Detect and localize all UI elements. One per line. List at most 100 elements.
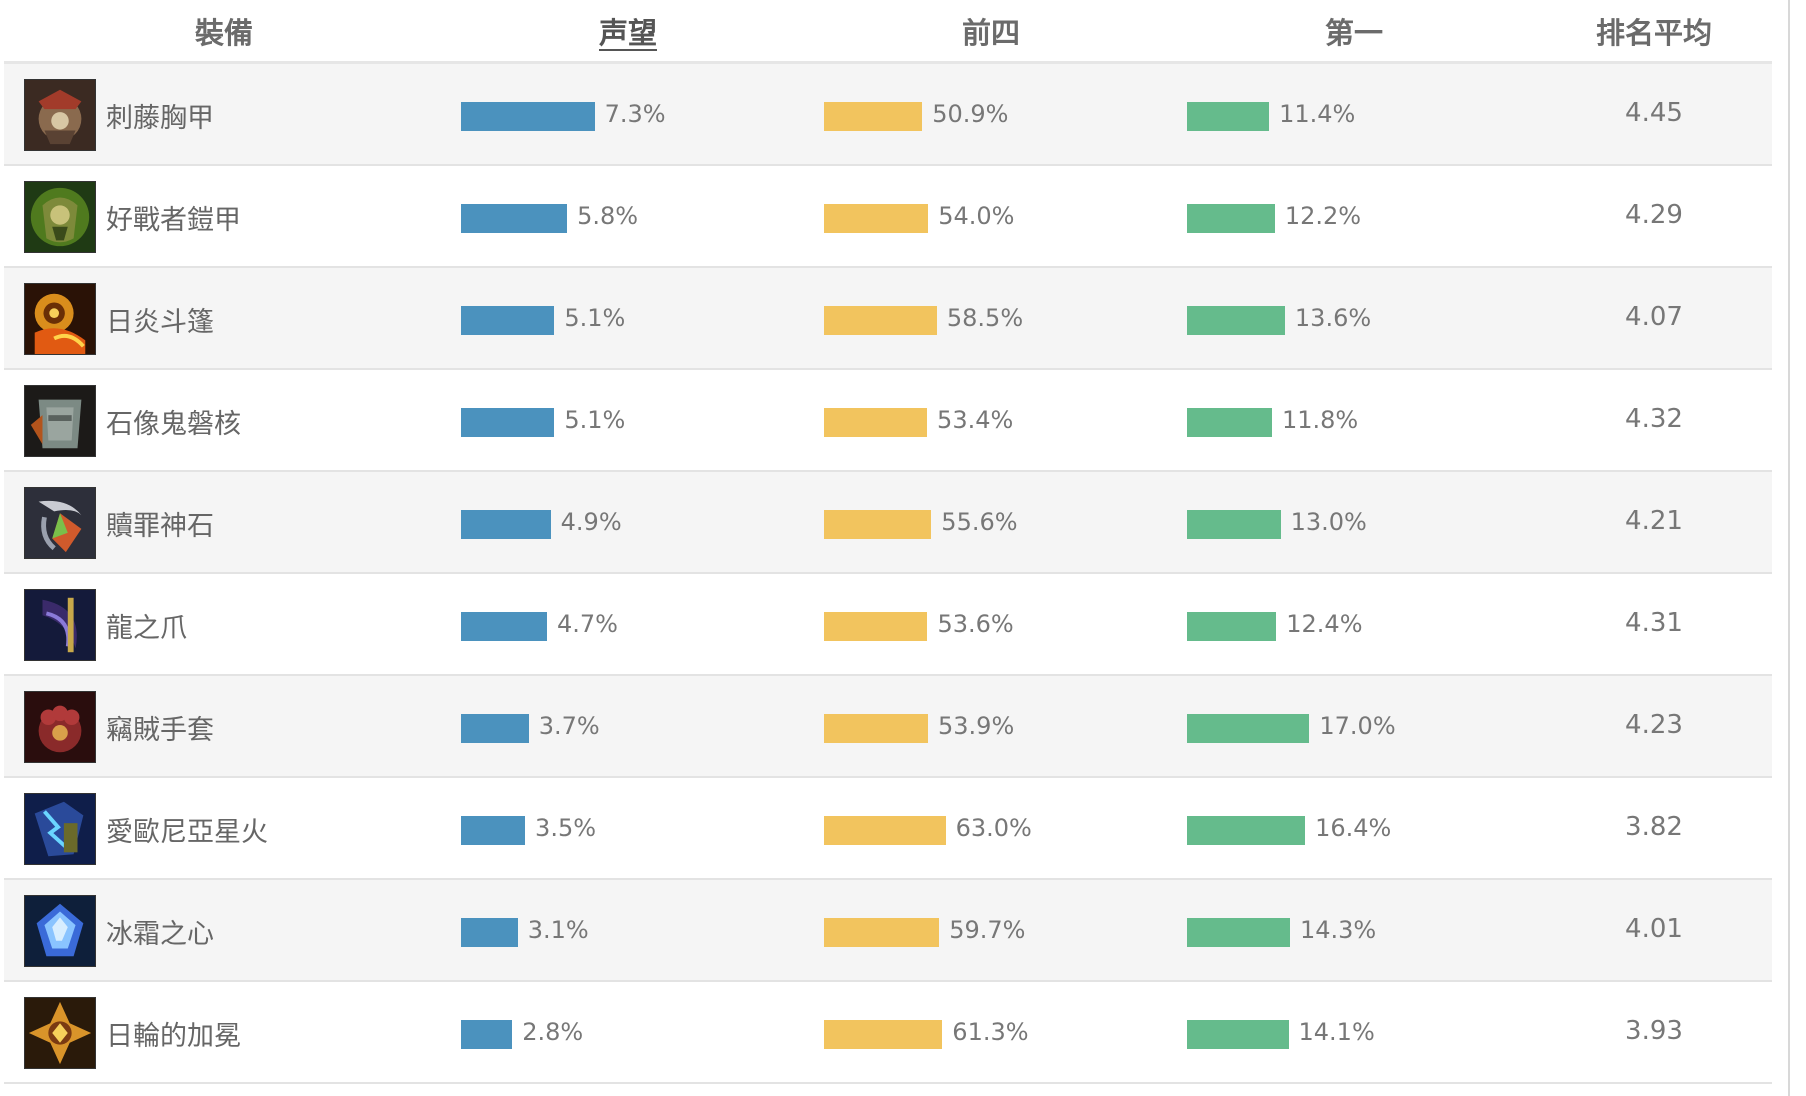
table-row[interactable]: 冰霜之心 3.1% 59.7% 14.3% 4.01 bbox=[4, 880, 1772, 982]
top4-bar bbox=[824, 816, 946, 845]
item-name[interactable]: 竊賊手套 bbox=[106, 708, 214, 747]
top4-value: 58.5% bbox=[946, 304, 1024, 332]
table-row[interactable]: 日炎斗篷 5.1% 58.5% 13.6% 4.07 bbox=[4, 268, 1772, 370]
redemption-icon bbox=[24, 487, 96, 559]
first-bar bbox=[1187, 816, 1306, 845]
thornmail-icon bbox=[24, 79, 96, 151]
first-value: 13.6% bbox=[1294, 304, 1372, 332]
table-row[interactable]: 刺藤胸甲 7.3% 50.9% 11.4% 4.45 bbox=[4, 64, 1772, 166]
header-avg-rank[interactable]: 排名平均 bbox=[1596, 10, 1712, 52]
sunfire-cape-icon bbox=[24, 283, 96, 355]
thiefs-gloves-icon bbox=[24, 691, 96, 763]
header-top4[interactable]: 前四 bbox=[962, 10, 1020, 52]
top4-value: 55.6% bbox=[941, 508, 1018, 536]
frozen-heart-icon bbox=[24, 895, 96, 967]
top4-value: 54.0% bbox=[938, 202, 1015, 230]
item-name[interactable]: 冰霜之心 bbox=[106, 912, 214, 951]
first-bar bbox=[1187, 102, 1270, 131]
top4-value: 53.6% bbox=[937, 610, 1014, 638]
avg-rank-value: 4.45 bbox=[1625, 98, 1683, 128]
first-bar bbox=[1187, 918, 1290, 947]
top4-bar bbox=[824, 612, 928, 641]
reputation-value: 5.1% bbox=[564, 406, 626, 434]
reputation-bar bbox=[461, 612, 547, 641]
avg-rank-value: 4.31 bbox=[1625, 608, 1683, 638]
reputation-bar bbox=[461, 306, 555, 335]
top4-value: 53.4% bbox=[937, 406, 1014, 434]
avg-rank-value: 4.23 bbox=[1625, 710, 1683, 740]
table-header: 裝備 声望 前四 第一 排名平均 bbox=[4, 0, 1772, 64]
avg-rank-value: 3.93 bbox=[1625, 1016, 1683, 1046]
header-reputation[interactable]: 声望 bbox=[599, 10, 657, 52]
table-row[interactable]: 日輪的加冕 2.8% 61.3% 14.1% 3.93 bbox=[4, 982, 1772, 1084]
first-bar bbox=[1187, 306, 1285, 335]
item-name[interactable]: 日輪的加冕 bbox=[106, 1014, 241, 1053]
first-value: 14.3% bbox=[1299, 916, 1377, 944]
first-bar bbox=[1187, 1020, 1289, 1049]
item-stats-table: 裝備 声望 前四 第一 排名平均 刺藤胸甲 7.3% 50.9% 11.4% 4.45 好… bbox=[4, 0, 1772, 1084]
reputation-bar bbox=[461, 102, 595, 131]
first-bar bbox=[1187, 408, 1272, 437]
reputation-bar bbox=[461, 918, 518, 947]
scroll-edge-divider bbox=[1788, 0, 1790, 1096]
avg-rank-value: 4.07 bbox=[1625, 302, 1683, 332]
dragons-claw-icon bbox=[24, 589, 96, 661]
first-value: 12.2% bbox=[1284, 202, 1362, 230]
reputation-value: 3.7% bbox=[538, 712, 600, 740]
top4-value: 50.9% bbox=[932, 100, 1009, 128]
item-name[interactable]: 石像鬼磐核 bbox=[106, 402, 241, 441]
table-row[interactable]: 好戰者鎧甲 5.8% 54.0% 12.2% 4.29 bbox=[4, 166, 1772, 268]
warmogs-armor-icon bbox=[24, 181, 96, 253]
top4-value: 59.7% bbox=[949, 916, 1026, 944]
reputation-value: 4.7% bbox=[557, 610, 618, 638]
first-value: 17.0% bbox=[1319, 712, 1396, 740]
table-body: 刺藤胸甲 7.3% 50.9% 11.4% 4.45 好戰者鎧甲 5.8% 54.0% 12.2… bbox=[4, 64, 1772, 1084]
table-row[interactable]: 龍之爪 4.7% 53.6% 12.4% 4.31 bbox=[4, 574, 1772, 676]
reputation-bar bbox=[461, 1020, 513, 1049]
table-row[interactable]: 愛歐尼亞星火 3.5% 63.0% 16.4% 3.82 bbox=[4, 778, 1772, 880]
reputation-value: 3.5% bbox=[535, 814, 597, 842]
reputation-bar bbox=[461, 816, 526, 845]
reputation-bar bbox=[461, 510, 551, 539]
item-name[interactable]: 愛歐尼亞星火 bbox=[106, 810, 268, 849]
reputation-value: 3.1% bbox=[527, 916, 589, 944]
reputation-value: 5.8% bbox=[577, 202, 639, 230]
first-value: 11.8% bbox=[1281, 406, 1359, 434]
reputation-bar bbox=[461, 204, 568, 233]
first-value: 14.1% bbox=[1298, 1018, 1375, 1046]
reputation-bar bbox=[461, 714, 529, 743]
top4-bar bbox=[824, 714, 929, 743]
item-name[interactable]: 日炎斗篷 bbox=[106, 300, 214, 339]
reputation-value: 7.3% bbox=[604, 100, 666, 128]
avg-rank-value: 3.82 bbox=[1625, 812, 1683, 842]
item-name[interactable]: 好戰者鎧甲 bbox=[106, 198, 241, 237]
top4-value: 53.9% bbox=[938, 712, 1015, 740]
avg-rank-value: 4.32 bbox=[1625, 404, 1683, 434]
header-item[interactable]: 裝備 bbox=[195, 10, 253, 52]
top4-value: 61.3% bbox=[952, 1018, 1029, 1046]
top4-bar bbox=[824, 204, 929, 233]
item-name[interactable]: 贖罪神石 bbox=[106, 504, 214, 543]
ionic-spark-icon bbox=[24, 793, 96, 865]
reputation-value: 2.8% bbox=[522, 1018, 584, 1046]
top4-bar bbox=[824, 510, 932, 539]
top4-value: 63.0% bbox=[955, 814, 1032, 842]
top4-bar bbox=[824, 918, 940, 947]
top4-bar bbox=[824, 1020, 943, 1049]
item-name[interactable]: 刺藤胸甲 bbox=[106, 96, 214, 135]
top4-bar bbox=[824, 408, 928, 437]
first-bar bbox=[1187, 612, 1277, 641]
first-value: 12.4% bbox=[1286, 610, 1363, 638]
locket-of-solari-icon bbox=[24, 997, 96, 1069]
table-row[interactable]: 石像鬼磐核 5.1% 53.4% 11.8% 4.32 bbox=[4, 370, 1772, 472]
table-row[interactable]: 竊賊手套 3.7% 53.9% 17.0% 4.23 bbox=[4, 676, 1772, 778]
avg-rank-value: 4.01 bbox=[1625, 914, 1683, 944]
item-name[interactable]: 龍之爪 bbox=[106, 606, 187, 645]
avg-rank-value: 4.29 bbox=[1625, 200, 1683, 230]
reputation-value: 4.9% bbox=[560, 508, 622, 536]
first-bar bbox=[1187, 714, 1310, 743]
table-row[interactable]: 贖罪神石 4.9% 55.6% 13.0% 4.21 bbox=[4, 472, 1772, 574]
first-value: 13.0% bbox=[1290, 508, 1367, 536]
header-first[interactable]: 第一 bbox=[1325, 10, 1383, 52]
gargoyle-stoneplate-icon bbox=[24, 385, 96, 457]
